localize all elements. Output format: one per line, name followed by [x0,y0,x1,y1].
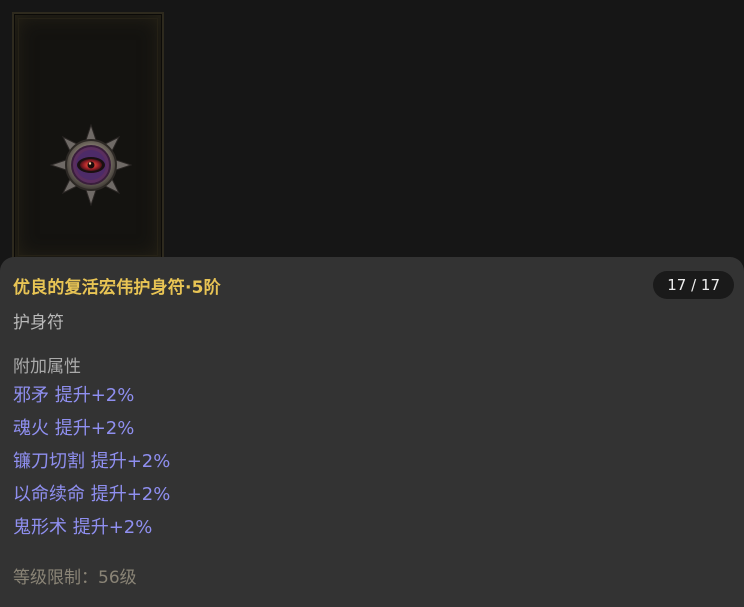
attribute-item: 镰刀切割 提升+2% [13,451,171,472]
item-name: 优良的复活宏伟护身符·5阶 [13,278,221,298]
attribute-list: 邪矛 提升+2% 魂火 提升+2% 镰刀切割 提升+2% 以命续命 提升+2% … [13,384,170,549]
amulet-icon [50,124,132,206]
level-requirement: 等级限制：56级 [13,568,137,588]
attribute-item: 鬼形术 提升+2% [13,517,153,538]
item-type: 护身符 [13,313,64,333]
item-counter-badge: 17 / 17 [653,271,734,299]
attributes-heading: 附加属性 [13,357,81,377]
item-image-frame [12,12,164,262]
attribute-item: 以命续命 提升+2% [13,484,171,505]
attribute-item: 邪矛 提升+2% [13,385,135,406]
item-tooltip-panel: 优良的复活宏伟护身符·5阶 17 / 17 护身符 附加属性 邪矛 提升+2% … [0,257,744,607]
attribute-item: 魂火 提升+2% [13,418,135,439]
